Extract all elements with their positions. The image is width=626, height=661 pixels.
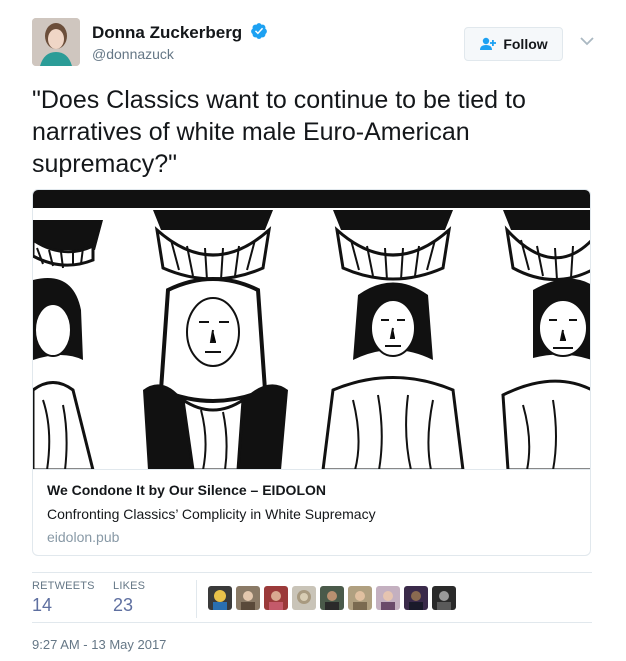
retweets-label: RETWEETS [32, 580, 95, 592]
card-title[interactable]: We Condone It by Our Silence – EIDOLON [47, 482, 326, 498]
tweet-header: Donna Zuckerberg @donnazuck Follow [32, 18, 598, 74]
card-description: Confronting Classics’ Complicity in Whit… [47, 506, 376, 522]
verified-badge-icon [251, 23, 267, 39]
stats-separator [196, 580, 197, 618]
retweets-stat[interactable]: RETWEETS 14 [32, 580, 95, 616]
follow-button[interactable]: Follow [464, 27, 563, 61]
card-image[interactable] [33, 190, 591, 470]
author-name[interactable]: Donna Zuckerberg [92, 22, 268, 43]
liker-avatar-3[interactable] [264, 586, 288, 610]
likes-label: LIKES [113, 580, 146, 592]
liker-avatar-2[interactable] [236, 586, 260, 610]
tweet-timestamp[interactable]: 9:27 AM - 13 May 2017 [32, 637, 166, 652]
divider-bottom [32, 622, 592, 623]
divider-top [32, 572, 592, 573]
liker-avatar-5[interactable] [320, 586, 344, 610]
liker-avatar-1[interactable] [208, 586, 232, 610]
author-avatar[interactable] [32, 18, 80, 66]
chevron-down-icon[interactable] [580, 36, 594, 46]
follow-user-icon [480, 37, 497, 50]
likes-count[interactable]: 23 [113, 595, 145, 616]
liker-avatar-9[interactable] [432, 586, 456, 610]
liker-avatar-8[interactable] [404, 586, 428, 610]
follow-button-label: Follow [503, 36, 548, 52]
card-domain[interactable]: eidolon.pub [47, 529, 119, 545]
likes-stat[interactable]: LIKES 23 [113, 580, 145, 616]
liker-avatar-7[interactable] [376, 586, 400, 610]
retweets-count[interactable]: 14 [32, 595, 95, 616]
link-card[interactable]: We Condone It by Our Silence – EIDOLON C… [32, 189, 591, 556]
author-handle[interactable]: @donnazuck [92, 46, 174, 62]
likers-avatars [208, 586, 460, 610]
author-name-text[interactable]: Donna Zuckerberg [92, 23, 242, 42]
liker-avatar-4[interactable] [292, 586, 316, 610]
liker-avatar-6[interactable] [348, 586, 372, 610]
tweet-text: "Does Classics want to continue to be ti… [32, 86, 526, 178]
